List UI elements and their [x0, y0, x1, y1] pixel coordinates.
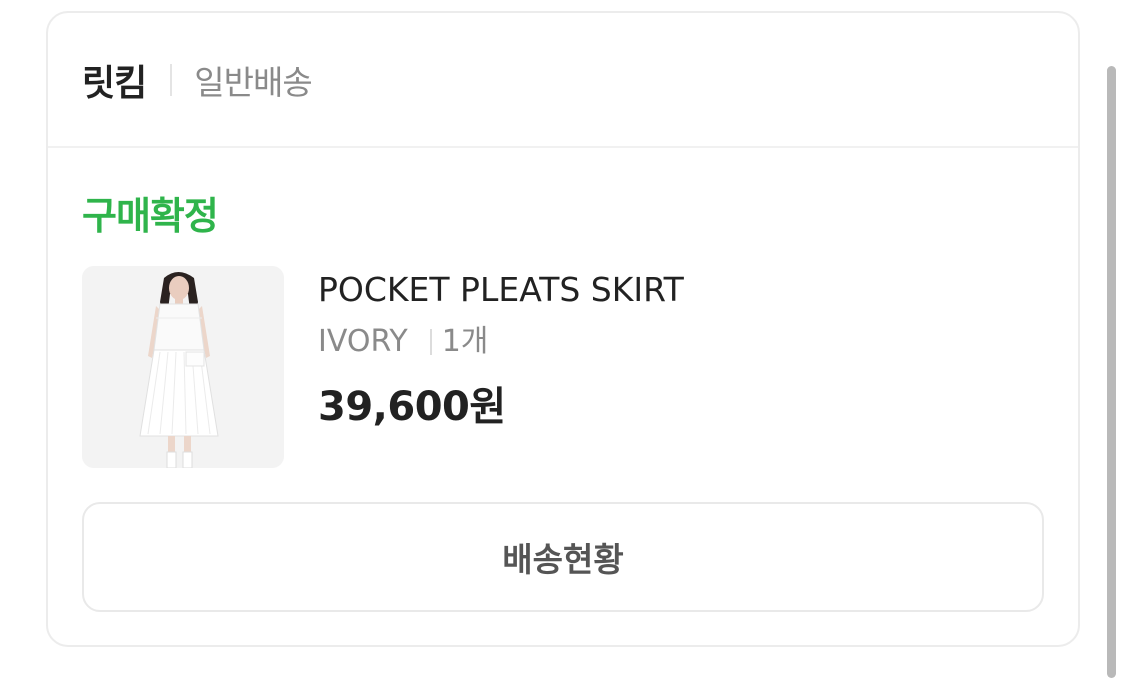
- track-delivery-button[interactable]: 배송현황: [82, 502, 1044, 612]
- shipping-type: 일반배송: [194, 62, 312, 102]
- option-divider: [429, 329, 432, 355]
- product-info: POCKET PLEATS SKIRT IVORY 1개 39,600원: [318, 266, 684, 432]
- product-photo-skirt-icon: [82, 266, 284, 468]
- product-row[interactable]: POCKET PLEATS SKIRT IVORY 1개 39,600원: [82, 266, 1042, 468]
- order-status: 구매확정: [82, 194, 219, 238]
- product-color-option: IVORY: [318, 324, 408, 359]
- header-divider: [170, 63, 173, 96]
- product-thumbnail[interactable]: [82, 266, 284, 468]
- product-quantity: 1개: [441, 324, 489, 359]
- card-header: 릿킴 일반배송: [48, 13, 1078, 148]
- product-price: 39,600원: [318, 384, 506, 430]
- seller-name[interactable]: 릿킴: [82, 54, 147, 106]
- product-options: IVORY 1개: [318, 322, 684, 362]
- product-name[interactable]: POCKET PLEATS SKIRT: [318, 268, 684, 312]
- order-card: 릿킴 일반배송 구매확정 POCKET PLEATS SKIRT IVORY 1…: [46, 11, 1080, 647]
- scrollbar[interactable]: [1107, 66, 1116, 678]
